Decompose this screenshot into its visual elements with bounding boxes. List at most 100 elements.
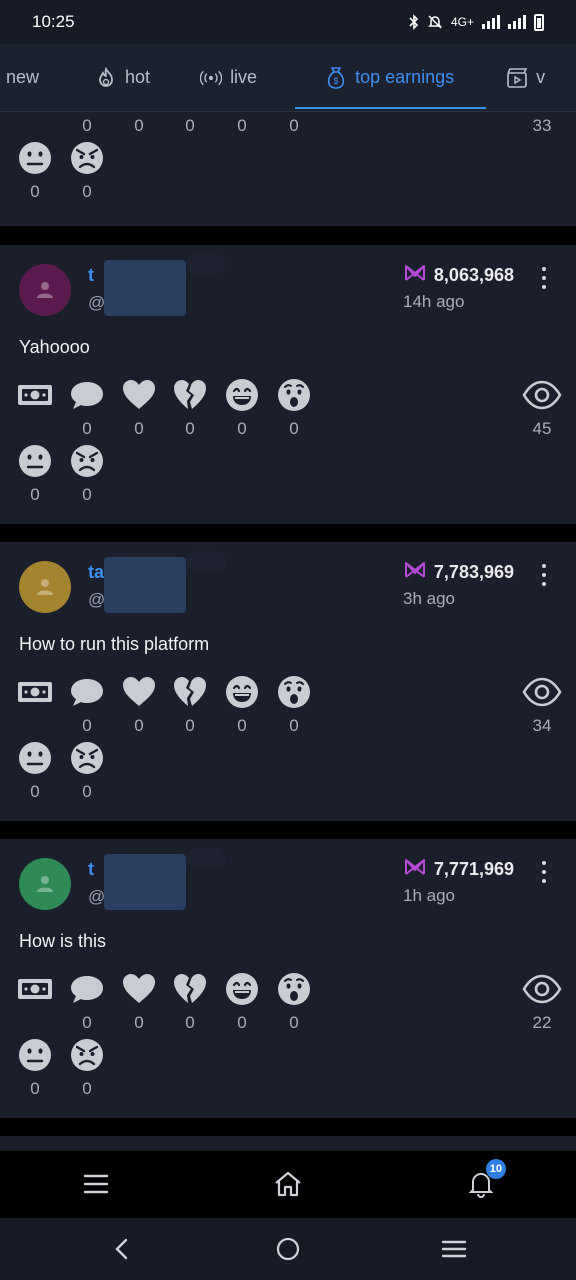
comment-icon[interactable] <box>69 971 105 1007</box>
heart-icon[interactable] <box>121 971 157 1007</box>
angry-icon[interactable] <box>69 740 105 776</box>
tab-label: live <box>230 67 258 87</box>
redacted-name <box>104 551 226 613</box>
money-icon[interactable] <box>17 971 53 1007</box>
notifications-button[interactable]: 10 <box>466 1159 506 1199</box>
feed-tabs: new hot live $ top earnings v <box>0 44 576 112</box>
reaction-count: 0 <box>289 116 299 135</box>
earnings-icon <box>404 858 426 881</box>
earnings-value: 7,783,969 <box>433 562 514 582</box>
earnings: 8,063,968 <box>404 264 514 287</box>
avatar[interactable] <box>19 561 71 613</box>
view-count: 33 <box>532 116 552 135</box>
tab-videos[interactable]: v <box>492 44 559 111</box>
earnings-value: 8,063,968 <box>433 265 514 285</box>
dot <box>542 879 546 883</box>
clock: 10:25 <box>32 12 75 31</box>
tab-top-earnings[interactable]: $ top earnings <box>295 44 487 111</box>
heart-icon[interactable] <box>121 674 157 710</box>
username[interactable]: t <box>88 859 94 880</box>
eye-icon <box>522 380 562 410</box>
avatar[interactable] <box>19 858 71 910</box>
reaction-count: 0 <box>82 782 92 801</box>
bluetooth-icon <box>409 14 419 30</box>
broken-heart-icon[interactable] <box>172 377 208 413</box>
neutral-icon[interactable] <box>17 140 53 176</box>
clapperboard-icon <box>506 67 528 89</box>
reaction-count: 0 <box>30 1079 40 1098</box>
eye-icon <box>522 974 562 1004</box>
laugh-icon[interactable] <box>224 971 260 1007</box>
reaction-count: 0 <box>289 419 299 438</box>
home-button[interactable] <box>273 1169 303 1199</box>
tab-new[interactable]: new <box>0 44 53 111</box>
angry-icon[interactable] <box>69 443 105 479</box>
user-handle: @ <box>88 887 106 906</box>
reaction-count: 0 <box>82 1079 92 1098</box>
reaction-count: 0 <box>134 419 144 438</box>
home-system-button[interactable] <box>274 1235 302 1263</box>
reaction-count: 0 <box>82 182 92 201</box>
reaction-count: 0 <box>185 1013 195 1032</box>
reaction-count: 0 <box>185 716 195 735</box>
view-count: 45 <box>532 419 552 438</box>
tab-hot[interactable]: hot <box>81 44 164 111</box>
network-label: 4G+ <box>450 15 474 29</box>
notification-badge: 10 <box>485 1159 506 1179</box>
comment-icon[interactable] <box>69 674 105 710</box>
laugh-icon[interactable] <box>224 377 260 413</box>
dot <box>542 276 546 280</box>
money-icon[interactable] <box>17 377 53 413</box>
tab-label: top earnings <box>355 67 455 87</box>
wow-icon[interactable] <box>276 674 312 710</box>
earnings-icon <box>404 264 426 287</box>
post-time: 1h ago <box>403 886 455 905</box>
recents-button[interactable] <box>440 1235 468 1263</box>
redacted-name <box>104 254 226 316</box>
earnings-value: 7,771,969 <box>433 859 514 879</box>
more-options-button[interactable] <box>536 861 552 883</box>
avatar[interactable] <box>19 264 71 316</box>
earnings: 7,771,969 <box>404 858 514 881</box>
angry-icon[interactable] <box>69 140 105 176</box>
menu-button[interactable] <box>81 1169 111 1199</box>
mute-bell-icon <box>428 15 442 29</box>
neutral-icon[interactable] <box>17 740 53 776</box>
post-card: ta @7,783,969 3h ago How to run this platfo… <box>0 542 576 821</box>
username[interactable]: ta <box>88 562 104 583</box>
view-count: 22 <box>532 1013 552 1032</box>
money-icon[interactable] <box>17 674 53 710</box>
username[interactable]: t <box>88 265 94 286</box>
back-icon <box>115 1238 128 1260</box>
post-feed[interactable]: 0 0 0 0 0 0 0 33 t @8,063,968 14h ago Yahoooo 0 0 0 0 0… <box>0 112 576 1150</box>
tab-live[interactable]: live <box>186 44 271 111</box>
post-time: 14h ago <box>403 292 465 311</box>
reaction-count: 0 <box>185 419 195 438</box>
reaction-count: 0 <box>237 116 247 135</box>
wow-icon[interactable] <box>276 377 312 413</box>
broken-heart-icon[interactable] <box>172 674 208 710</box>
neutral-icon[interactable] <box>17 1037 53 1073</box>
post-card-partial: 0 0 0 0 0 0 0 33 <box>0 112 576 226</box>
broken-heart-icon[interactable] <box>172 971 208 1007</box>
earnings-icon <box>404 561 426 584</box>
comment-icon[interactable] <box>69 377 105 413</box>
circle-icon <box>276 1237 300 1261</box>
user-handle: @ <box>88 293 106 312</box>
reaction-count: 0 <box>134 716 144 735</box>
neutral-icon[interactable] <box>17 443 53 479</box>
heart-icon[interactable] <box>121 377 157 413</box>
battery-icon <box>534 13 544 31</box>
back-button[interactable] <box>108 1235 136 1263</box>
post-card-next <box>0 1136 576 1150</box>
more-options-button[interactable] <box>536 564 552 586</box>
angry-icon[interactable] <box>69 1037 105 1073</box>
reaction-count: 0 <box>289 716 299 735</box>
system-nav-bar <box>0 1218 576 1280</box>
reaction-count: 0 <box>134 1013 144 1032</box>
more-options-button[interactable] <box>536 267 552 289</box>
laugh-icon[interactable] <box>224 674 260 710</box>
reaction-count: 0 <box>82 1013 92 1032</box>
hamburger-icon <box>83 1174 109 1194</box>
wow-icon[interactable] <box>276 971 312 1007</box>
